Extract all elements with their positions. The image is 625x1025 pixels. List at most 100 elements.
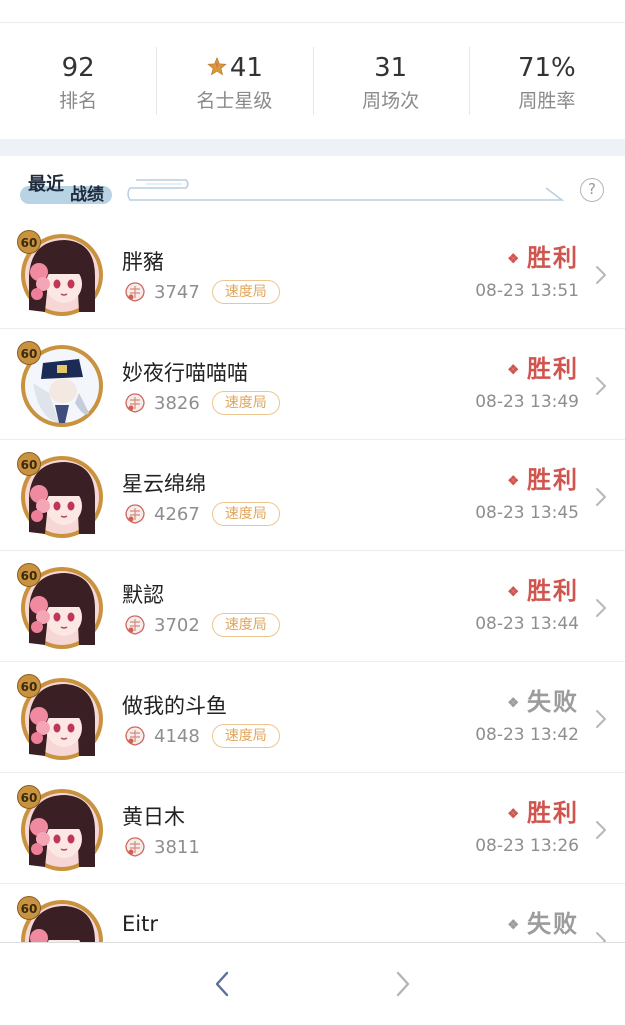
stat-rank[interactable]: 92 排名 [0,23,156,139]
match-result-text: 失败 [527,687,579,716]
score-icon [122,279,148,305]
diamond-icon: ❖ [507,474,521,489]
match-row[interactable]: 60 胖豬 3747 速度局 ❖ 胜利 08-23 13:51 [0,218,625,329]
chevron-right-icon[interactable] [393,969,413,999]
speed-mode-tag: 速度局 [211,391,280,415]
player-score: 3826 [154,392,200,414]
chevron-right-icon[interactable] [594,819,608,841]
match-details: 3811 [122,834,212,860]
level-badge: 60 [17,563,41,587]
player-score: 3747 [154,281,200,303]
score-icon [122,501,148,527]
stat-weekly-winrate-value: 71% [517,53,576,83]
stat-weekly-winrate[interactable]: 71% 周胜率 [468,23,625,139]
level-badge: 60 [17,452,41,476]
player-score: 4148 [154,725,200,747]
match-details: 3826 速度局 [122,390,280,416]
match-time: 08-23 13:26 [475,836,579,856]
player-name: 星云绵绵 [122,472,206,496]
match-result: ❖ 胜利 [507,349,579,384]
diamond-icon: ❖ [507,807,521,822]
match-details: 3702 速度局 [122,612,280,638]
match-result: ❖ 胜利 [507,460,579,495]
section-title-part2: 战绩 [70,185,104,205]
player-avatar[interactable]: 60 [17,563,105,651]
match-result-text: 胜利 [527,798,579,827]
section-divider [0,139,625,156]
player-avatar[interactable]: 60 [17,452,105,540]
match-result-text: 胜利 [527,354,579,383]
match-row[interactable]: 60 星云绵绵 4267 速度局 ❖ 胜利 08-23 13:45 [0,440,625,551]
stat-star-level-label: 名士星级 [196,90,273,112]
match-result-text: 胜利 [527,465,579,494]
chevron-right-icon[interactable] [594,708,608,730]
player-score: 3811 [154,836,200,858]
recent-record-header: 最近 战绩 ? [0,156,625,216]
bottom-navigation [0,942,625,1025]
diamond-icon: ❖ [507,363,521,378]
level-badge: 60 [17,785,41,809]
player-avatar[interactable]: 60 [17,341,105,429]
speed-mode-tag: 速度局 [211,613,280,637]
diamond-icon: ❖ [507,252,521,267]
match-time: 08-23 13:44 [475,614,579,634]
match-row[interactable]: 60 黄日木 3811 ❖ 胜利 08-23 13:26 [0,773,625,884]
diamond-icon: ❖ [507,696,521,711]
level-badge: 60 [17,674,41,698]
level-badge: 60 [17,341,41,365]
level-badge: 60 [17,230,41,254]
stat-star-level-value: 41 [229,53,263,83]
match-time: 08-23 13:51 [475,281,579,301]
chevron-right-icon[interactable] [594,375,608,397]
decorative-cloud-line [127,179,565,201]
player-name: 胖豬 [122,250,164,274]
score-icon [122,834,148,860]
player-avatar[interactable]: 60 [17,785,105,873]
match-result-text: 胜利 [527,576,579,605]
top-band [0,0,625,23]
match-time: 08-23 13:49 [475,392,579,412]
help-icon[interactable]: ? [580,178,604,202]
stat-rank-label: 排名 [59,90,98,112]
diamond-icon: ❖ [507,918,521,933]
speed-mode-tag: 速度局 [211,724,280,748]
diamond-icon: ❖ [507,585,521,600]
player-avatar[interactable]: 60 [17,230,105,318]
level-badge: 60 [17,896,41,920]
stat-star-level[interactable]: 41 名士星级 [156,23,312,139]
chevron-left-icon[interactable] [212,969,232,999]
speed-mode-tag: 速度局 [211,280,280,304]
stat-weekly-games-label: 周场次 [362,90,420,112]
match-details: 3747 速度局 [122,279,280,305]
match-details: 4148 速度局 [122,723,280,749]
chevron-right-icon[interactable] [594,264,608,286]
stat-weekly-games[interactable]: 31 周场次 [312,23,469,139]
stat-weekly-games-value: 31 [374,53,408,83]
stats-bar: 92 排名 41 名士星级 31 周场次 71% 周胜率 [0,23,625,139]
player-name: 黄日木 [122,805,185,829]
player-name: 默認 [122,583,164,607]
section-title-part1: 最近 [28,174,64,195]
match-time: 08-23 13:45 [475,503,579,523]
match-details: 4267 速度局 [122,501,280,527]
score-icon [122,390,148,416]
speed-mode-tag: 速度局 [211,502,280,526]
match-row[interactable]: 60 做我的斗鱼 4148 速度局 ❖ 失败 08-23 13:42 [0,662,625,773]
player-avatar[interactable]: 60 [17,674,105,762]
stat-rank-value: 92 [61,53,95,83]
chevron-right-icon[interactable] [594,597,608,619]
player-name: 做我的斗鱼 [122,694,227,718]
match-row[interactable]: 60 默認 3702 速度局 ❖ 胜利 08-23 13:44 [0,551,625,662]
player-name: 妙夜行喵喵喵 [122,361,248,385]
match-list: 60 胖豬 3747 速度局 ❖ 胜利 08-23 13:51 60 妙夜行喵喵喵 3826 速度局… [0,218,625,995]
match-result: ❖ 胜利 [507,793,579,828]
player-score: 3702 [154,614,200,636]
match-time: 08-23 13:42 [475,725,579,745]
player-name: Eitr [122,912,158,936]
match-result-text: 胜利 [527,243,579,272]
star-icon [207,56,227,76]
match-row[interactable]: 60 妙夜行喵喵喵 3826 速度局 ❖ 胜利 08-23 13:49 [0,329,625,440]
section-title: 最近 战绩 [20,168,112,206]
chevron-right-icon[interactable] [594,486,608,508]
match-result: ❖ 失败 [507,904,579,939]
